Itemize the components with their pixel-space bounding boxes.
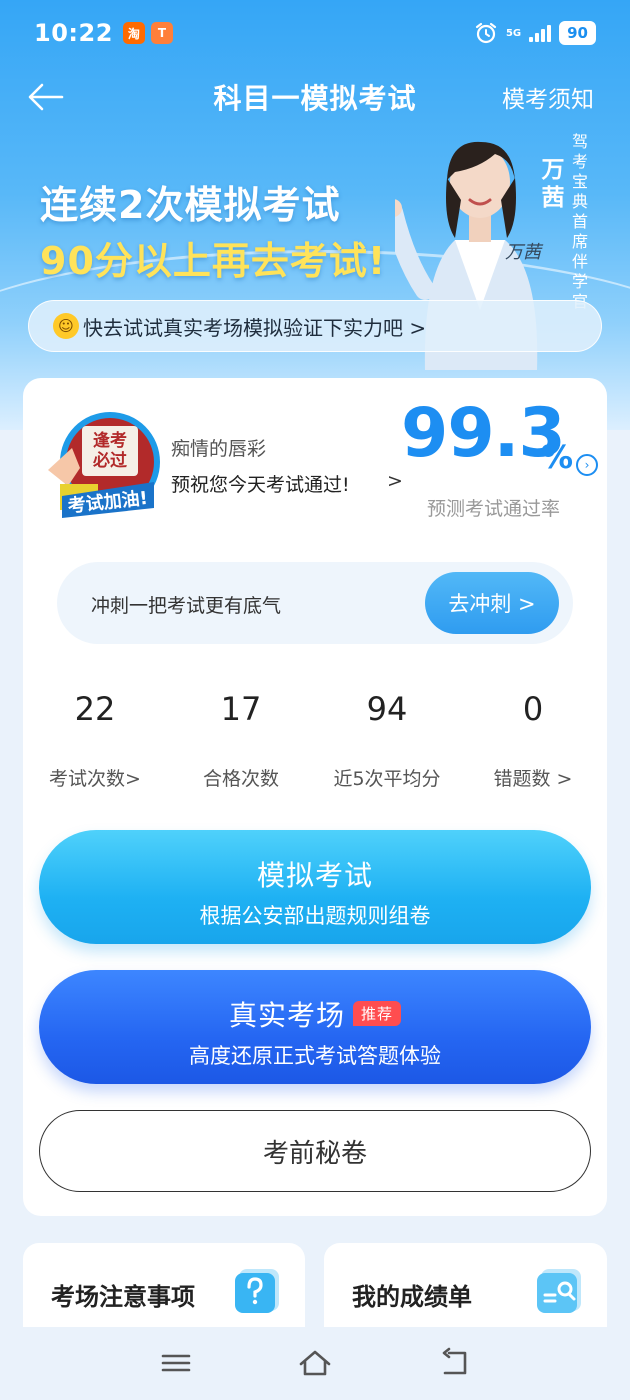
sprint-text: 冲刺一把考试更有底气	[91, 595, 282, 617]
smile-emoji-icon: ☺	[53, 313, 79, 339]
stat-label: 合格次数	[202, 768, 279, 790]
stat-label: 错题数 >	[493, 768, 573, 790]
stat-pass-count: 17 合格次数	[171, 690, 311, 791]
hero-banner: 10:22 淘 T 5G 90 科目一模拟考试 模考须知 连续2次模拟考试 90…	[0, 0, 630, 430]
chevron-right-icon: >	[387, 470, 403, 492]
recommend-badge: 推荐	[353, 1001, 402, 1026]
pass-rate-detail-icon[interactable]: ›	[576, 454, 598, 476]
mock-exam-title: 模拟考试	[256, 859, 373, 892]
stat-mistakes[interactable]: 0 错题数 >	[463, 690, 603, 791]
exam-notice-link[interactable]: 模考须知	[502, 80, 594, 114]
pass-rate-label: 预测考试通过率	[427, 498, 561, 520]
pass-rate-unit: %	[541, 438, 574, 476]
battery-indicator: 90	[559, 21, 596, 45]
mascot-text-top-line2: 必过	[92, 450, 127, 471]
secret-paper-button[interactable]: 考前秘卷	[39, 1110, 591, 1192]
network-label: 5G	[505, 27, 522, 39]
stats-row: 22 考试次数> 17 合格次数 94 近5次平均分 0 错题数 >	[23, 690, 607, 790]
menu-icon[interactable]	[158, 1347, 194, 1379]
banner-subheadline: 90分以上再去考试!	[40, 239, 387, 283]
real-exam-title-row: 真实考场 推荐	[39, 994, 591, 1034]
system-navigation-bar	[0, 1327, 630, 1400]
mascot-badge-icon[interactable]: 逢考 必过 考试加油!	[38, 408, 166, 526]
stat-label: 考试次数>	[49, 768, 141, 790]
stat-average-score: 94 近5次平均分	[317, 690, 457, 791]
user-name: 痴情的唇彩	[171, 438, 267, 460]
system-back-icon[interactable]	[437, 1347, 473, 1379]
presenter-name: 万茜	[541, 157, 565, 211]
exam-card: 逢考 必过 考试加油! 痴情的唇彩 预祝您今天考试通过! > 99.3 % › …	[23, 378, 607, 1216]
real-exam-button[interactable]: 真实考场 推荐 高度还原正式考试答题体验	[39, 970, 591, 1084]
exam-notes-tile[interactable]: 考场注意事项	[23, 1243, 305, 1327]
status-time: 10:22	[34, 19, 113, 47]
my-scores-tile[interactable]: 我的成绩单	[324, 1243, 607, 1327]
stat-label: 近5次平均分	[333, 768, 441, 790]
real-exam-subtitle: 高度还原正式考试答题体验	[189, 1044, 441, 1068]
stat-value: 17	[220, 690, 262, 728]
mock-exam-subtitle: 根据公安部出题规则组卷	[199, 904, 431, 928]
banner-headline: 连续2次模拟考试	[40, 183, 341, 227]
sprint-button[interactable]: 去冲刺 >	[425, 572, 559, 634]
real-exam-promo[interactable]: ☺ 快去试试真实考场模拟验证下实力吧 >	[28, 300, 602, 352]
signal-icon	[529, 24, 552, 42]
stat-value: 94	[366, 690, 408, 728]
back-arrow-icon[interactable]	[26, 80, 66, 114]
tile-label: 我的成绩单	[352, 1283, 472, 1311]
status-bar: 10:22 淘 T 5G 90	[0, 0, 630, 66]
alarm-icon	[475, 22, 497, 44]
mascot-text-top-line1: 逢考	[93, 430, 127, 451]
wish-text[interactable]: 预祝您今天考试通过!	[171, 470, 350, 497]
tile-label: 考场注意事项	[51, 1283, 195, 1311]
sprint-bar: 冲刺一把考试更有底气 去冲刺 >	[57, 562, 573, 644]
presenter-role: 驾考宝典首席伴学官	[571, 132, 588, 311]
promo-text: 快去试试真实考场模拟验证下实力吧 >	[83, 315, 427, 340]
question-icon	[235, 1269, 279, 1313]
real-exam-title: 真实考场	[228, 999, 345, 1032]
taobao-icon: 淘	[122, 22, 145, 44]
nav-bar: 科目一模拟考试 模考须知	[0, 70, 630, 124]
report-icon	[537, 1269, 581, 1313]
mock-exam-button[interactable]: 模拟考试 根据公安部出题规则组卷	[39, 830, 591, 944]
stat-value: 22	[74, 690, 116, 728]
stat-value: 0	[522, 690, 544, 728]
shop-icon: T	[150, 22, 173, 44]
signature-graphic: 万茜	[505, 242, 541, 263]
home-icon[interactable]	[297, 1347, 333, 1379]
stat-exam-count[interactable]: 22 考试次数>	[25, 690, 165, 791]
